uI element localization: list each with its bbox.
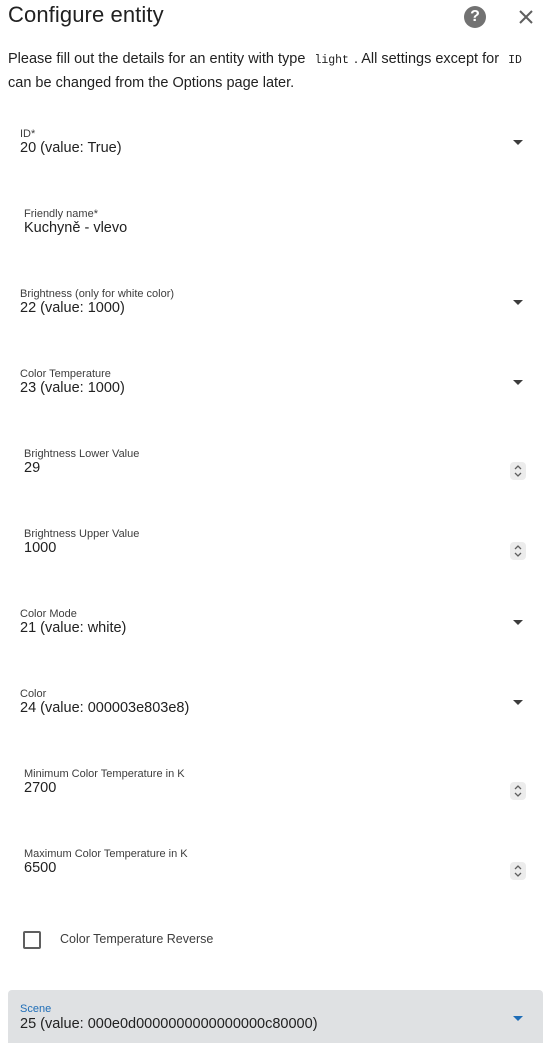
number-stepper-icon[interactable] xyxy=(510,462,526,480)
field-value: 22 (value: 1000) xyxy=(20,300,125,316)
field-value[interactable]: 1000 xyxy=(24,540,56,556)
field-label: Brightness (only for white color) xyxy=(20,288,175,300)
chevron-down-icon[interactable] xyxy=(513,140,523,145)
chevron-down-icon[interactable] xyxy=(513,300,523,305)
field-label: Maximum Color Temperature in K xyxy=(24,848,188,860)
id-code: ID xyxy=(508,54,522,67)
field-label: Color Temperature xyxy=(20,368,111,380)
close-icon[interactable] xyxy=(514,5,538,29)
field-label: ID* xyxy=(20,128,36,140)
max-color-temp-field[interactable]: Maximum Color Temperature in K 6500 xyxy=(8,848,543,904)
color-temp-reverse-checkbox[interactable] xyxy=(23,931,41,949)
field-label: Brightness Upper Value xyxy=(24,528,140,540)
color-temp-reverse-row[interactable]: Color Temperature Reverse xyxy=(8,926,543,954)
chevron-down-icon[interactable] xyxy=(513,620,523,625)
description-text: Please fill out the details for an entit… xyxy=(8,51,306,67)
brightness-upper-field[interactable]: Brightness Upper Value 1000 xyxy=(8,528,543,584)
field-value[interactable]: 29 xyxy=(24,460,40,476)
chevron-down-icon[interactable] xyxy=(513,1016,523,1021)
help-icon[interactable]: ? xyxy=(464,6,486,28)
color-mode-select[interactable]: Color Mode 21 (value: white) xyxy=(8,608,543,664)
checkbox-label: Color Temperature Reverse xyxy=(60,932,214,946)
field-value[interactable]: 6500 xyxy=(24,860,56,876)
dialog-header: Configure entity ? xyxy=(0,0,556,34)
color-select[interactable]: Color 24 (value: 000003e803e8) xyxy=(8,688,543,744)
chevron-down-icon[interactable] xyxy=(513,700,523,705)
field-label: Minimum Color Temperature in K xyxy=(24,768,185,780)
brightness-select[interactable]: Brightness (only for white color) 22 (va… xyxy=(8,288,543,344)
field-value: 23 (value: 1000) xyxy=(20,380,125,396)
field-value: 25 (value: 000e0d0000000000000000c80000) xyxy=(20,1016,318,1032)
number-stepper-icon[interactable] xyxy=(510,862,526,880)
dialog-description: Please fill out the details for an entit… xyxy=(8,48,548,94)
brightness-lower-field[interactable]: Brightness Lower Value 29 xyxy=(8,448,543,504)
field-value: 20 (value: True) xyxy=(20,140,122,156)
field-value: 24 (value: 000003e803e8) xyxy=(20,700,190,716)
number-stepper-icon[interactable] xyxy=(510,542,526,560)
min-color-temp-field[interactable]: Minimum Color Temperature in K 2700 xyxy=(8,768,543,824)
field-label: Scene xyxy=(20,1003,52,1015)
field-value: 21 (value: white) xyxy=(20,620,127,636)
field-value[interactable]: Kuchyně - vlevo xyxy=(24,220,127,236)
field-value[interactable]: 2700 xyxy=(24,780,56,796)
field-label: Color xyxy=(20,688,47,700)
field-label: Brightness Lower Value xyxy=(24,448,140,460)
number-stepper-icon[interactable] xyxy=(510,782,526,800)
field-label: Friendly name* xyxy=(24,208,98,220)
scene-select[interactable]: Scene 25 (value: 000e0d0000000000000000c… xyxy=(8,990,543,1043)
friendly-name-field[interactable]: Friendly name* Kuchyně - vlevo xyxy=(8,208,543,264)
chevron-down-icon[interactable] xyxy=(513,380,523,385)
color-temperature-select[interactable]: Color Temperature 23 (value: 1000) xyxy=(8,368,543,424)
description-text: . All settings except for xyxy=(353,51,500,67)
id-select[interactable]: ID* 20 (value: True) xyxy=(8,128,543,184)
dialog-title: Configure entity xyxy=(8,2,164,27)
entity-type-code: light xyxy=(314,54,349,67)
field-label: Color Mode xyxy=(20,608,77,620)
description-text: can be changed from the Options page lat… xyxy=(8,75,295,91)
